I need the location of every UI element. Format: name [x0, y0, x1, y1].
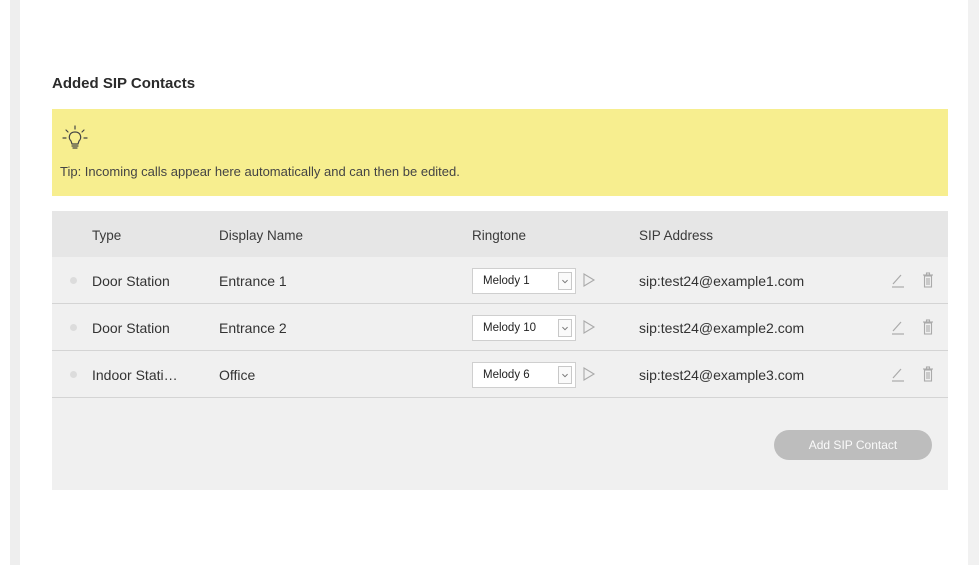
cell-sip-address: sip:test24@example3.com: [639, 367, 805, 383]
cell-display-name: Office: [219, 367, 256, 383]
cell-type: Door Station: [92, 320, 170, 336]
left-border: [10, 0, 20, 565]
play-icon[interactable]: [581, 366, 597, 382]
edit-icon[interactable]: [891, 272, 905, 288]
header-sip-address: SIP Address: [639, 228, 714, 243]
trash-icon[interactable]: [922, 272, 934, 288]
ringtone-value: Melody 1: [483, 275, 530, 287]
add-sip-contact-button[interactable]: Add SIP Contact: [774, 430, 932, 460]
cell-display-name: Entrance 2: [219, 320, 287, 336]
play-icon[interactable]: [581, 272, 597, 288]
ringtone-select[interactable]: Melody 6: [472, 362, 576, 388]
table-header: Type Display Name Ringtone SIP Address: [52, 211, 948, 258]
ringtone-select[interactable]: Melody 10: [472, 315, 576, 341]
section-title: Added SIP Contacts: [52, 75, 196, 92]
header-display-name: Display Name: [219, 228, 304, 243]
cell-type: Door Station: [92, 273, 170, 289]
trash-icon[interactable]: [922, 366, 934, 382]
edit-icon[interactable]: [891, 319, 905, 335]
header-type: Type: [92, 228, 122, 243]
contacts-table: Type Display Name Ringtone SIP Address D…: [52, 211, 948, 490]
edit-icon[interactable]: [891, 366, 905, 382]
chevron-down-icon[interactable]: [558, 272, 572, 290]
tip-box: Tip: Incoming calls appear here automati…: [52, 109, 948, 196]
chevron-down-icon[interactable]: [558, 366, 572, 384]
status-dot: [70, 324, 77, 331]
tip-text: Tip: Incoming calls appear here automati…: [60, 164, 460, 179]
ringtone-value: Melody 6: [483, 369, 530, 381]
cell-display-name: Entrance 1: [219, 273, 287, 289]
table-row[interactable]: Indoor Stati… Office Melody 6 sip:test24…: [52, 351, 948, 398]
ringtone-select[interactable]: Melody 1: [472, 268, 576, 294]
play-icon[interactable]: [581, 319, 597, 335]
right-scroll-track: [968, 0, 979, 565]
status-dot: [70, 371, 77, 378]
header-ringtone: Ringtone: [472, 228, 527, 243]
cell-sip-address: sip:test24@example1.com: [639, 273, 805, 289]
lightbulb-icon: [62, 125, 88, 149]
table-row[interactable]: Door Station Entrance 1 Melody 1 sip:tes…: [52, 257, 948, 304]
trash-icon[interactable]: [922, 319, 934, 335]
cell-type: Indoor Stati…: [92, 367, 178, 383]
ringtone-value: Melody 10: [483, 322, 537, 334]
status-dot: [70, 277, 77, 284]
chevron-down-icon[interactable]: [558, 319, 572, 337]
cell-sip-address: sip:test24@example2.com: [639, 320, 805, 336]
table-row[interactable]: Door Station Entrance 2 Melody 10 sip:te…: [52, 304, 948, 351]
